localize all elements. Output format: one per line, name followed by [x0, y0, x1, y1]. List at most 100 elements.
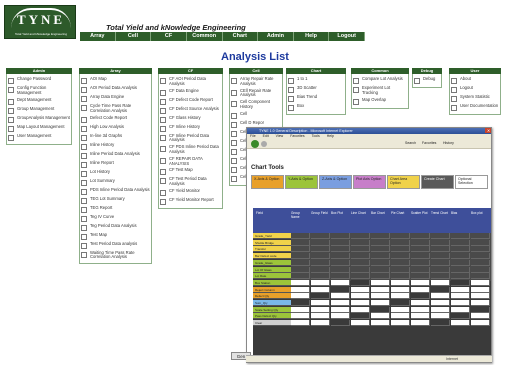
checkbox[interactable]: [231, 101, 237, 108]
grid-cell[interactable]: [391, 246, 410, 253]
grid-cell[interactable]: [431, 320, 450, 327]
analysis-item[interactable]: Test Map: [81, 232, 150, 240]
grid-cell[interactable]: [411, 286, 430, 293]
checkbox[interactable]: [81, 161, 87, 168]
grid-cell[interactable]: [391, 233, 410, 239]
analysis-item[interactable]: Inline Period Data Analysis: [81, 151, 150, 159]
grid-cell[interactable]: [311, 233, 330, 239]
analysis-item[interactable]: In-line 3d Graphs: [81, 133, 150, 141]
checkbox[interactable]: [160, 107, 166, 114]
favorites-button[interactable]: Favorites: [422, 141, 436, 145]
checkbox[interactable]: [160, 157, 166, 164]
grid-cell[interactable]: [431, 300, 450, 306]
analysis-item[interactable]: Config Function Management: [8, 85, 70, 96]
analysis-item[interactable]: Inline Report: [81, 160, 150, 168]
analysis-item[interactable]: Group Management: [8, 106, 70, 114]
checkbox[interactable]: [353, 78, 359, 84]
analysis-item[interactable]: Cell: [231, 111, 281, 119]
checkbox[interactable]: [81, 233, 87, 240]
analysis-item[interactable]: CF Yield Monitor: [160, 188, 221, 196]
grid-cell[interactable]: [291, 273, 310, 280]
checkbox[interactable]: [451, 87, 457, 93]
analysis-item[interactable]: Teg Period Data Analysis: [81, 223, 150, 231]
analysis-item[interactable]: Teg IV Curve: [81, 214, 150, 222]
checkbox[interactable]: [288, 78, 294, 84]
checkbox[interactable]: [8, 116, 14, 123]
analysis-item[interactable]: CF Yield Monitor Report: [160, 197, 221, 205]
grid-cell[interactable]: [291, 259, 310, 266]
nav-array[interactable]: Array: [80, 32, 116, 41]
chart-option-x-axis-option[interactable]: X-Axis & Option: [251, 175, 284, 189]
grid-cell[interactable]: [411, 279, 430, 286]
nav-cell[interactable]: Cell: [116, 32, 152, 41]
grid-cell[interactable]: [431, 233, 450, 239]
grid-cell[interactable]: [311, 266, 330, 273]
checkbox[interactable]: [81, 78, 87, 84]
analysis-item[interactable]: TEG Report: [81, 205, 150, 213]
nav-logout[interactable]: Logout: [329, 32, 365, 41]
checkbox[interactable]: [160, 134, 166, 141]
analysis-item[interactable]: Logout: [451, 85, 499, 93]
grid-cell[interactable]: [351, 233, 370, 239]
grid-cell[interactable]: [431, 279, 450, 286]
checkbox[interactable]: [160, 116, 166, 123]
nav-chart[interactable]: Chart: [223, 32, 259, 41]
forward-arrow-icon[interactable]: [261, 141, 267, 147]
checkbox[interactable]: [8, 107, 14, 114]
analysis-item[interactable]: Experiment Lot Tracking: [353, 85, 407, 96]
grid-cell[interactable]: [391, 253, 410, 260]
grid-cell[interactable]: [371, 233, 390, 239]
grid-cell[interactable]: [371, 300, 390, 306]
analysis-item[interactable]: GroupAnalysis Management: [8, 115, 70, 123]
grid-cell[interactable]: [371, 286, 390, 293]
grid-cell[interactable]: [311, 246, 330, 253]
checkbox[interactable]: [81, 188, 87, 195]
analysis-item[interactable]: About: [451, 76, 499, 84]
analysis-item[interactable]: CEll Repair Rate Analysis: [231, 88, 281, 99]
checkbox[interactable]: [160, 146, 166, 153]
nav-common[interactable]: Common: [187, 32, 223, 41]
grid-cell[interactable]: [351, 266, 370, 273]
checkbox[interactable]: [81, 87, 87, 93]
grid-cell[interactable]: [451, 306, 470, 313]
grid-cell[interactable]: [371, 266, 390, 273]
checkbox[interactable]: [81, 242, 87, 249]
checkbox[interactable]: [160, 78, 166, 84]
analysis-item[interactable]: Test Period Data analysis: [81, 241, 150, 249]
search-button[interactable]: Search: [405, 141, 416, 145]
grid-cell[interactable]: [351, 239, 370, 246]
grid-cell[interactable]: [291, 253, 310, 260]
grid-cell[interactable]: [371, 259, 390, 266]
grid-cell[interactable]: [391, 293, 410, 300]
analysis-item[interactable]: CF Test Period Data Analysis: [160, 177, 221, 187]
checkbox[interactable]: [231, 166, 237, 173]
grid-cell[interactable]: [411, 266, 430, 273]
chart-option-z-axis-option[interactable]: Z-Axis & Option: [319, 175, 352, 189]
grid-cell[interactable]: [351, 313, 370, 320]
checkbox[interactable]: [81, 105, 87, 111]
checkbox[interactable]: [81, 96, 87, 102]
grid-cell[interactable]: [431, 246, 450, 253]
grid-cell[interactable]: [431, 259, 450, 266]
analysis-item[interactable]: Waiting Time Pass Rate Correlation Analy…: [81, 250, 150, 261]
analysis-item[interactable]: Inline History: [81, 142, 150, 150]
grid-cell[interactable]: [471, 300, 490, 306]
grid-cell[interactable]: [311, 259, 330, 266]
grid-cell[interactable]: [311, 239, 330, 246]
grid-cell[interactable]: [431, 266, 450, 273]
grid-cell[interactable]: [451, 259, 470, 266]
chart-option-chart-area-option[interactable]: Chart Area Option: [387, 175, 420, 189]
grid-cell[interactable]: [351, 259, 370, 266]
grid-cell[interactable]: [331, 293, 350, 300]
grid-cell[interactable]: [451, 320, 470, 327]
analysis-item[interactable]: CF Data Engine: [160, 88, 221, 96]
grid-cell[interactable]: [451, 246, 470, 253]
grid-cell[interactable]: [331, 279, 350, 286]
grid-cell[interactable]: [391, 273, 410, 280]
analysis-item[interactable]: Lot History: [81, 169, 150, 177]
analysis-item[interactable]: CF Defect Code Report: [160, 97, 221, 105]
grid-cell[interactable]: [291, 286, 310, 293]
grid-cell[interactable]: [331, 259, 350, 266]
grid-cell[interactable]: [311, 313, 330, 320]
checkbox[interactable]: [288, 105, 294, 111]
